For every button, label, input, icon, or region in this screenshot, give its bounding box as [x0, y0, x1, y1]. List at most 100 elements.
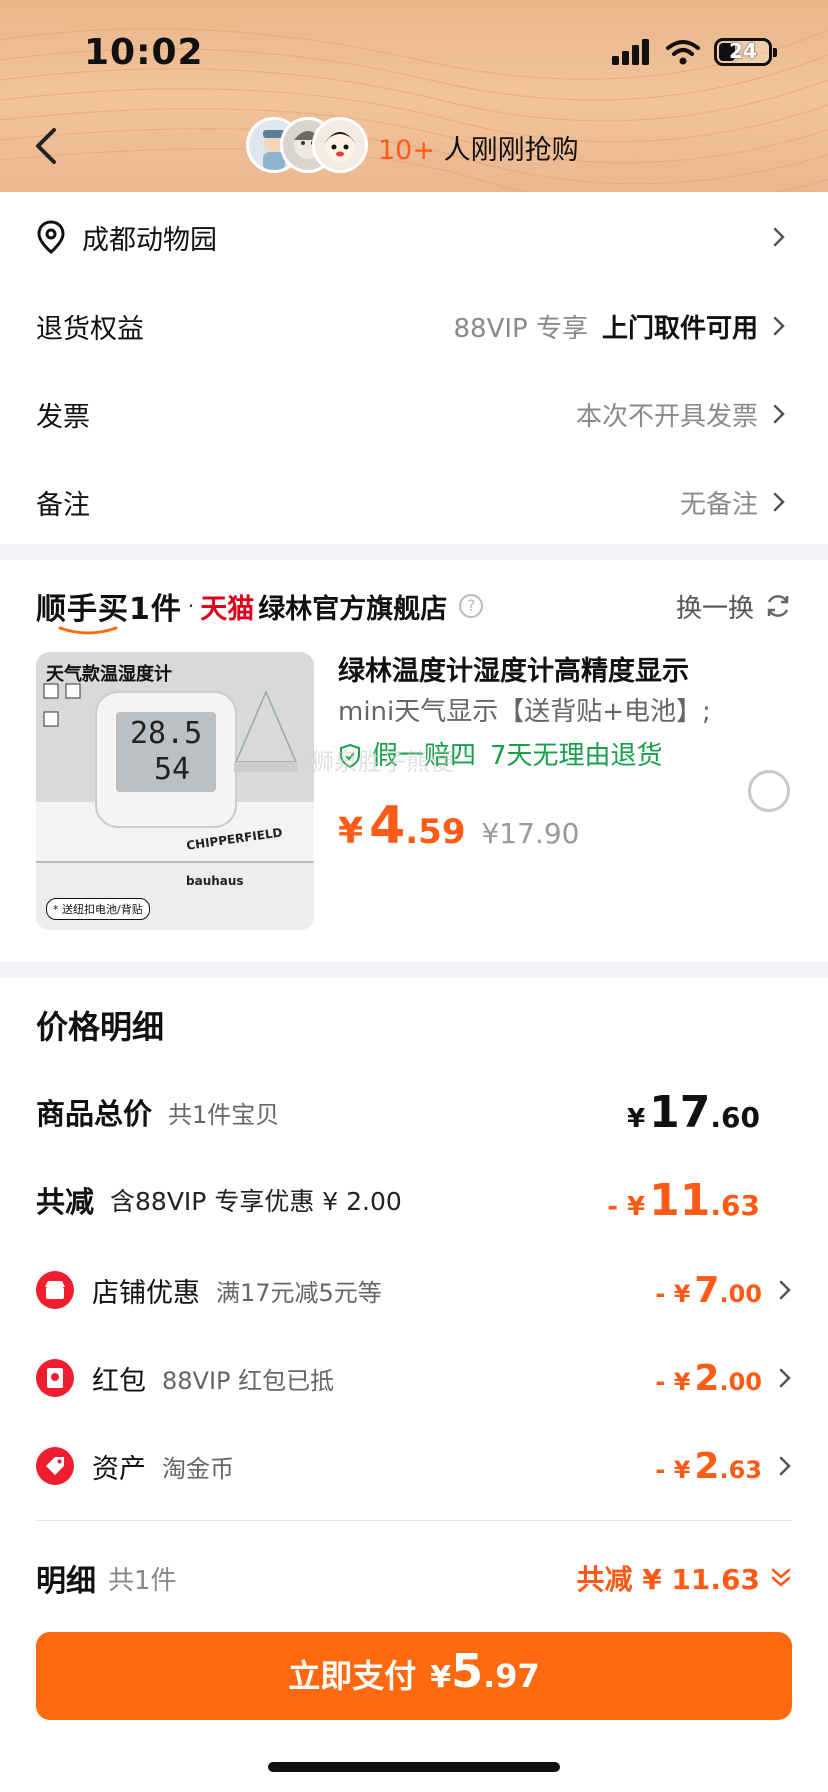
address-row[interactable]: 成都动物园: [0, 192, 828, 282]
battery-icon: 24: [714, 38, 777, 66]
thumb-reading-temp: 28.5: [130, 716, 203, 751]
pay-currency: ¥: [430, 1660, 452, 1695]
goods-total-label: 商品总价: [36, 1097, 153, 1131]
invoice-row[interactable]: 发票 本次不开具发票: [0, 370, 828, 458]
wifi-icon: [666, 40, 700, 65]
watermark-text: 狮泉胜子熊便: [310, 748, 454, 776]
tmall-label: 天猫: [200, 593, 255, 625]
returns-vip-text: 88VIP 专享: [453, 313, 588, 344]
thermometer-image: [36, 652, 314, 930]
returns-label: 退货权益: [36, 313, 144, 345]
separator-dot: ·: [187, 594, 195, 618]
buyers-label: 人刚刚抢购: [434, 135, 579, 166]
pay-now-label: 立即支付: [288, 1657, 417, 1695]
chevron-right-icon: [773, 404, 785, 424]
addon-header: 顺手买1件 · 天猫 绿林官方旗舰店 ? 换一换: [36, 582, 792, 635]
detail-summary-row[interactable]: 明细 共1件 共减 ¥ 11.63: [36, 1548, 792, 1608]
note-label: 备注: [36, 489, 90, 521]
addon-brand-title: 顺手买1件: [36, 584, 182, 635]
refresh-icon: [767, 595, 789, 617]
vip-discount-note: 含88VIP 专享优惠 ¥ 2.00: [110, 1187, 402, 1216]
note-row[interactable]: 备注 无备注: [0, 458, 828, 546]
swap-label: 换一换: [675, 593, 754, 624]
location-pin-icon: [37, 220, 65, 254]
home-indicator[interactable]: [268, 1762, 560, 1772]
chevron-right-icon: [773, 492, 785, 512]
section-divider: [0, 544, 828, 560]
detail-summary-total: 共减 ¥ 11.63: [576, 1558, 792, 1598]
thumb-title: 天气款温湿度计: [46, 664, 172, 685]
original-price: ¥17.90: [481, 817, 580, 850]
section-divider: [0, 962, 828, 978]
total-discount-row: 共减 含88VIP 专享优惠 ¥ 2.00 - ¥11.63: [36, 1170, 792, 1230]
buyers-count: 10+: [378, 135, 435, 166]
smile-logo-icon: [58, 626, 118, 635]
assets-label: 资产: [92, 1453, 146, 1485]
battery-level: 24: [729, 39, 757, 63]
store-name[interactable]: 绿林官方旗舰店: [258, 587, 447, 626]
chevron-double-down-icon: [771, 1568, 791, 1587]
price-integer: 4: [369, 796, 406, 856]
shop-icon: [36, 1271, 74, 1309]
chevron-right-icon: [779, 1280, 791, 1300]
total-discount-amount: - ¥11.63: [607, 1174, 760, 1226]
chevron-right-icon: [779, 1456, 791, 1476]
swap-button[interactable]: 换一换: [676, 588, 792, 625]
pay-integer: 5: [451, 1644, 484, 1698]
goods-total-row: 商品总价 共1件宝贝 ¥17.60: [36, 1082, 792, 1142]
invoice-value: 本次不开具发票: [575, 401, 758, 432]
product-subtitle: mini天气显示【送背贴+电池】;: [338, 697, 711, 727]
pay-now-button[interactable]: 立即支付 ¥ 5 .97: [36, 1632, 792, 1720]
status-time: 10:02: [84, 32, 204, 73]
price-currency: ¥: [338, 811, 364, 852]
price-decimal: .59: [405, 812, 466, 852]
invoice-label: 发票: [36, 401, 90, 433]
buyer-avatars: [246, 117, 376, 175]
returns-row[interactable]: 退货权益 88VIP 专享 上门取件可用: [0, 282, 828, 370]
assets-row[interactable]: 资产 淘金币 - ¥2.63: [36, 1436, 792, 1496]
details-divider: [36, 1520, 792, 1521]
red-packet-sub: 88VIP 红包已抵: [162, 1366, 335, 1395]
total-discount-label: 共减: [36, 1185, 95, 1219]
thumb-book: bauhaus: [186, 874, 244, 888]
price-details-title: 价格明细: [36, 1008, 165, 1046]
goods-total-amount: ¥17.60: [627, 1086, 760, 1138]
status-icons: 24: [612, 38, 777, 66]
assets-sub: 淘金币: [162, 1454, 234, 1483]
thumb-reading-humidity: 54: [154, 752, 191, 787]
address-text: 成都动物园: [82, 224, 217, 256]
product-title: 绿林温度计湿度计高精度显示: [338, 656, 689, 687]
avatar: [312, 117, 368, 173]
detail-summary-count: 共1件: [108, 1565, 177, 1596]
assets-amount: - ¥2.63: [655, 1445, 762, 1487]
header: 10:02 24 10+ 人刚刚抢购: [0, 0, 828, 192]
badge-free-return: 7天无理由退货: [490, 741, 663, 771]
shop-discount-sub: 满17元减5元等: [216, 1278, 382, 1307]
signal-icon: [612, 39, 649, 65]
product-price: ¥ 4 .59 ¥17.90: [338, 796, 738, 856]
shop-discount-label: 店铺优惠: [92, 1277, 200, 1309]
chevron-right-icon: [773, 227, 785, 247]
red-packet-icon: [36, 1359, 74, 1397]
red-packet-label: 红包: [92, 1365, 146, 1397]
goods-total-count: 共1件宝贝: [168, 1100, 280, 1129]
addon-section: 顺手买1件 · 天猫 绿林官方旗舰店 ? 换一换 天气款温湿度计 28.5 54…: [0, 560, 828, 962]
pay-decimal: .97: [483, 1657, 540, 1695]
chevron-right-icon: [779, 1368, 791, 1388]
product-thumbnail[interactable]: 天气款温湿度计 28.5 54 CHIPPERFIELD bauhaus * 送…: [36, 652, 314, 930]
thumb-caption: * 送纽扣电池/背贴: [46, 898, 150, 920]
tag-icon: [36, 1447, 74, 1485]
help-icon[interactable]: ?: [459, 594, 484, 618]
back-arrow-icon[interactable]: [26, 124, 66, 168]
addon-select-radio[interactable]: [748, 770, 790, 812]
recent-buyers-text: 10+ 人刚刚抢购: [378, 128, 579, 167]
detail-summary-label: 明细: [36, 1564, 96, 1599]
shop-discount-amount: - ¥7.00: [655, 1269, 762, 1311]
returns-value: 上门取件可用: [601, 313, 758, 344]
red-packet-amount: - ¥2.00: [655, 1357, 762, 1399]
chevron-right-icon: [773, 316, 785, 336]
note-value: 无备注: [679, 489, 758, 520]
shop-discount-row[interactable]: 店铺优惠 满17元减5元等 - ¥7.00: [36, 1260, 792, 1320]
order-options: 成都动物园 退货权益 88VIP 专享 上门取件可用 发票 本次不开具发票 备注…: [0, 192, 828, 546]
red-packet-row[interactable]: 红包 88VIP 红包已抵 - ¥2.00: [36, 1348, 792, 1408]
